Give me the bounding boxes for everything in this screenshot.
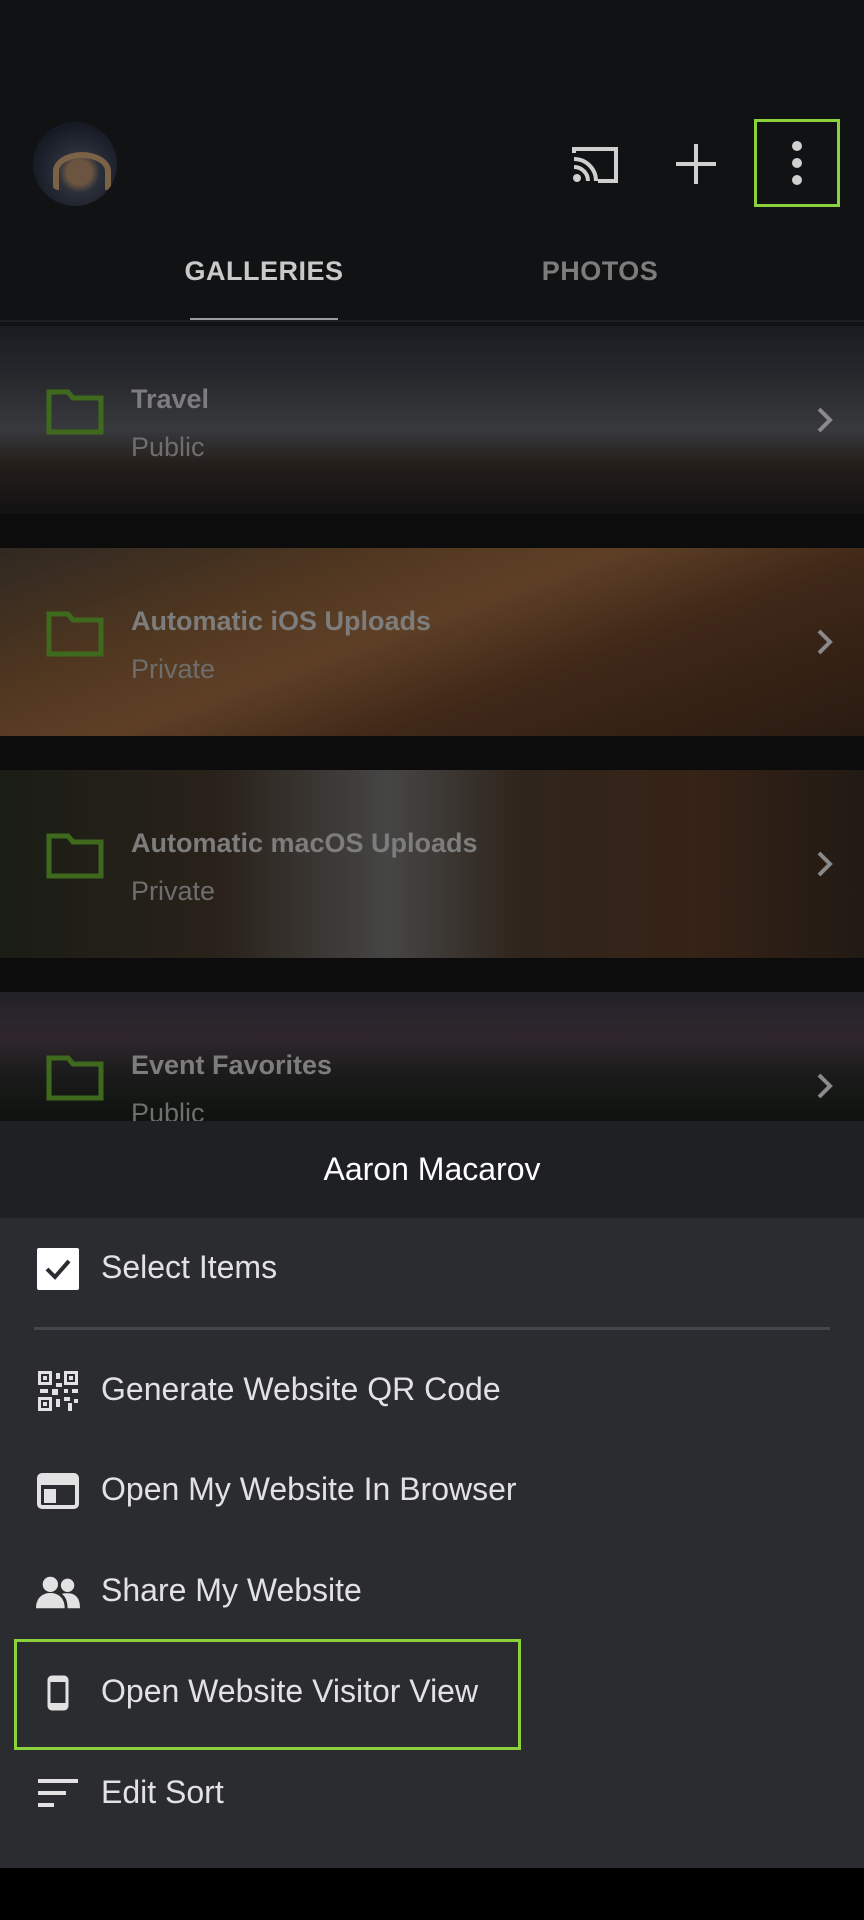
gallery-row-travel[interactable]: Travel Public	[0, 326, 864, 514]
gallery-row-event-favorites[interactable]: Event Favorites Public	[0, 992, 864, 1121]
cast-button[interactable]	[560, 138, 630, 192]
menu-item-label: Generate Website QR Code	[101, 1371, 501, 1407]
gallery-visibility: Public	[131, 432, 205, 462]
gallery-title: Automatic macOS Uploads	[131, 828, 478, 858]
navigation-bar	[0, 1868, 864, 1920]
menu-header: Aaron Macarov	[0, 1121, 864, 1218]
gallery-row-automatic-macos-uploads[interactable]: Automatic macOS Uploads Private	[0, 770, 864, 958]
menu-item-edit-sort[interactable]: Edit Sort	[0, 1746, 864, 1842]
gallery-visibility: Public	[131, 1098, 205, 1121]
gallery-visibility: Private	[131, 876, 216, 906]
plus-icon	[676, 144, 716, 184]
gallery-title: Travel	[131, 384, 210, 414]
cast-icon	[572, 147, 618, 183]
folder-icon	[46, 389, 104, 435]
menu-item-label: Edit Sort	[101, 1774, 224, 1810]
tab-bar: GALLERIES PHOTOS	[0, 240, 864, 322]
menu-item-select-items[interactable]: Select Items	[0, 1221, 864, 1317]
chevron-right-icon	[817, 1073, 833, 1099]
menu-item-share-my-website[interactable]: Share My Website	[0, 1544, 864, 1640]
menu-item-open-website-in-browser[interactable]: Open My Website In Browser	[0, 1443, 864, 1539]
qr-code-icon	[36, 1371, 80, 1411]
more-options-button[interactable]	[754, 119, 840, 207]
people-icon	[36, 1572, 80, 1612]
sort-icon	[36, 1774, 80, 1814]
gallery-visibility: Private	[131, 654, 216, 684]
gallery-row-automatic-ios-uploads[interactable]: Automatic iOS Uploads Private	[0, 548, 864, 736]
add-button[interactable]	[662, 128, 730, 200]
gallery-title: Event Favorites	[131, 1050, 333, 1080]
menu-item-generate-qr-code[interactable]: Generate Website QR Code	[0, 1343, 864, 1439]
avatar[interactable]	[33, 122, 117, 206]
more-vert-icon	[792, 141, 802, 185]
folder-icon	[46, 611, 104, 657]
chevron-right-icon	[817, 407, 833, 433]
menu-divider	[34, 1327, 830, 1330]
folder-icon	[46, 1055, 104, 1101]
browser-window-icon	[36, 1471, 80, 1511]
chevron-right-icon	[817, 851, 833, 877]
highlight-visitor-view	[14, 1639, 521, 1750]
menu-item-label: Share My Website	[101, 1572, 362, 1608]
menu-item-label: Select Items	[101, 1249, 278, 1285]
account-menu-sheet: Aaron Macarov Select Items Generate Webs…	[0, 1121, 864, 1868]
folder-icon	[46, 833, 104, 879]
chevron-right-icon	[817, 629, 833, 655]
tab-photos[interactable]: PHOTOS	[470, 256, 730, 322]
checkbox-icon	[36, 1248, 80, 1290]
gallery-title: Automatic iOS Uploads	[131, 606, 432, 636]
menu-item-label: Open My Website In Browser	[101, 1471, 517, 1507]
tab-galleries[interactable]: GALLERIES	[150, 256, 378, 322]
tab-divider	[0, 320, 864, 322]
